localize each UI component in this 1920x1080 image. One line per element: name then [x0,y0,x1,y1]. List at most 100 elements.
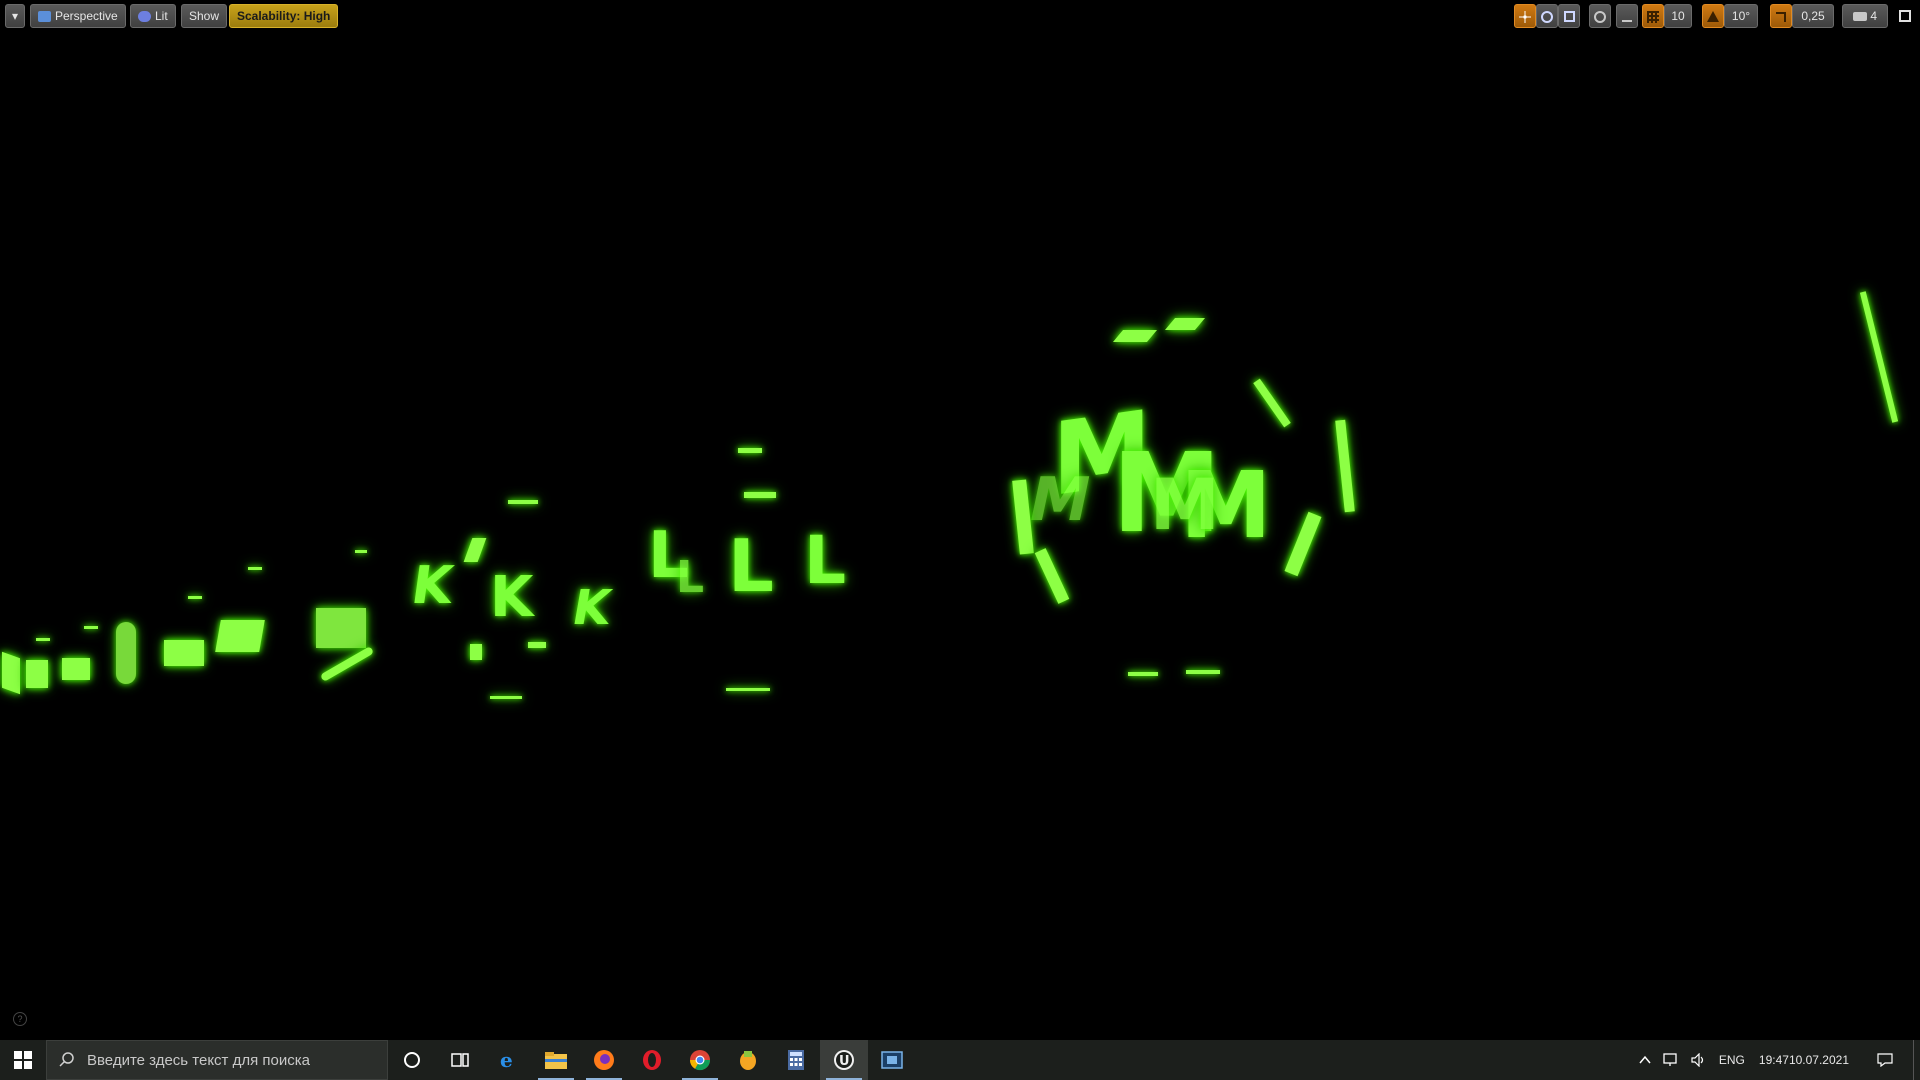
glyph-fragment [355,550,367,553]
glyph-fragment [1335,419,1355,513]
network-icon [1663,1053,1677,1066]
show-desktop-button[interactable] [1913,1040,1920,1080]
show-button[interactable]: Show [181,4,228,28]
grid-snap-toggle[interactable] [1642,4,1664,28]
globe-icon [1594,10,1606,23]
opera-app-button[interactable] [628,1040,676,1080]
rotate-icon [1541,10,1553,23]
scale-snap-icon [1776,11,1786,22]
glyph-fragment [1164,318,1206,330]
maximize-viewport-button[interactable] [1896,4,1914,28]
rotation-snap-toggle[interactable] [1702,4,1724,28]
camera-speed-button[interactable]: 4 [1842,4,1888,28]
rotation-snap-value[interactable]: 10° [1724,4,1758,28]
scalability-warning-button[interactable]: Scalability: High [229,4,339,28]
rotation-snap-value-label: 10° [1731,9,1751,23]
glyph-fragment [1253,378,1291,428]
glyph-fragment [188,596,202,599]
glyph-fragment [26,660,48,688]
perspective-button[interactable]: Perspective [30,4,126,28]
glyph-m: M [1150,464,1220,546]
viewport-scene[interactable]: K K K L L L L M M M M M [0,0,1920,1040]
calculator-app-button[interactable] [772,1040,820,1080]
input-language-button[interactable]: ENG [1713,1040,1751,1080]
scale-snap-value[interactable]: 0,25 [1792,4,1834,28]
glyph-fragment [463,538,487,562]
glyph-fragment [116,622,136,684]
view-mode-label: Lit [155,9,168,23]
search-icon [59,1052,74,1067]
glyph-fragment [508,500,538,504]
view-mode-button[interactable]: Lit [130,4,176,28]
clock[interactable]: 19:47 10.07.2021 [1751,1040,1857,1080]
glyph-fragment [62,658,90,680]
glyph-fragment [248,567,262,570]
cortana-button[interactable] [388,1040,436,1080]
taskbar: Введите здесь текст для поиска e U ENG 1… [0,1040,1920,1080]
camera-speed-value: 4 [1870,9,1878,23]
glyph-fragment [84,626,98,629]
chrome-icon [689,1050,711,1071]
glyph-fragment [164,640,204,666]
glyph-fragment [316,608,366,648]
scale-snap-value-label: 0,25 [1801,9,1825,23]
file-explorer-app-button[interactable] [532,1040,580,1080]
glyph-fragment [1034,548,1070,604]
camera-icon [38,10,51,22]
glyph-m: M [1022,465,1098,535]
lit-sphere-icon [138,10,151,22]
scale-icon [1563,11,1575,23]
editor-viewport[interactable]: K K K L L L L M M M M M ▾ Perspective Li… [0,0,1920,1040]
coordinate-system-button[interactable] [1589,4,1611,28]
show-hidden-icons-button[interactable] [1633,1040,1657,1080]
chevron-down-icon: ▾ [11,9,19,23]
clock-time: 19:47 [1758,1053,1789,1067]
glyph-fragment [1112,330,1158,342]
glyph-fragment [726,688,770,691]
task-view-button[interactable] [436,1040,484,1080]
unreal-engine-app-button[interactable]: U [820,1040,868,1080]
cortana-icon [404,1052,420,1068]
firefox-icon [594,1050,614,1070]
glyph-fragment [470,644,482,660]
glyph-fragment [1859,291,1899,423]
viewport-options-button[interactable]: ▾ [5,4,25,28]
taskbar-search-box[interactable]: Введите здесь текст для поиска [46,1040,388,1080]
speaker-icon [1691,1053,1703,1067]
firefox-app-button[interactable] [580,1040,628,1080]
angle-icon [1707,11,1719,23]
glyph-fragment [1186,670,1220,674]
fl-studio-icon [740,1051,756,1070]
edge-icon: e [500,1049,513,1071]
action-center-button[interactable] [1857,1040,1913,1080]
scale-snap-toggle[interactable] [1770,4,1792,28]
glyph-fragment [490,696,522,699]
scale-mode-button[interactable] [1558,4,1580,28]
search-placeholder: Введите здесь текст для поиска [87,1051,310,1069]
surface-snapping-button[interactable] [1616,4,1638,28]
camera-speed-icon [1852,12,1867,22]
network-button[interactable] [1657,1040,1685,1080]
glyph-l: L [804,522,847,599]
edge-app-button[interactable]: e [484,1040,532,1080]
glyph-fragment [738,448,762,453]
surface-snap-icon [1622,12,1632,22]
rotate-mode-button[interactable] [1536,4,1558,28]
grid-snap-value[interactable]: 10 [1664,4,1692,28]
media-app-button[interactable] [868,1040,916,1080]
show-label: Show [189,9,220,23]
glyph-fragment [1128,672,1158,676]
glyph-l: L [676,552,705,603]
glyph-fragment [528,642,546,648]
move-arrows-icon [1519,10,1531,23]
fl-studio-app-button[interactable] [724,1040,772,1080]
help-icon[interactable]: ? [13,1012,27,1026]
start-button[interactable] [0,1040,46,1080]
windows-logo-icon [14,1051,32,1069]
chevron-up-icon [1639,1055,1651,1064]
volume-button[interactable] [1685,1040,1713,1080]
chrome-app-button[interactable] [676,1040,724,1080]
translate-mode-button[interactable] [1514,4,1536,28]
maximize-icon [1899,9,1911,22]
perspective-label: Perspective [55,9,118,23]
